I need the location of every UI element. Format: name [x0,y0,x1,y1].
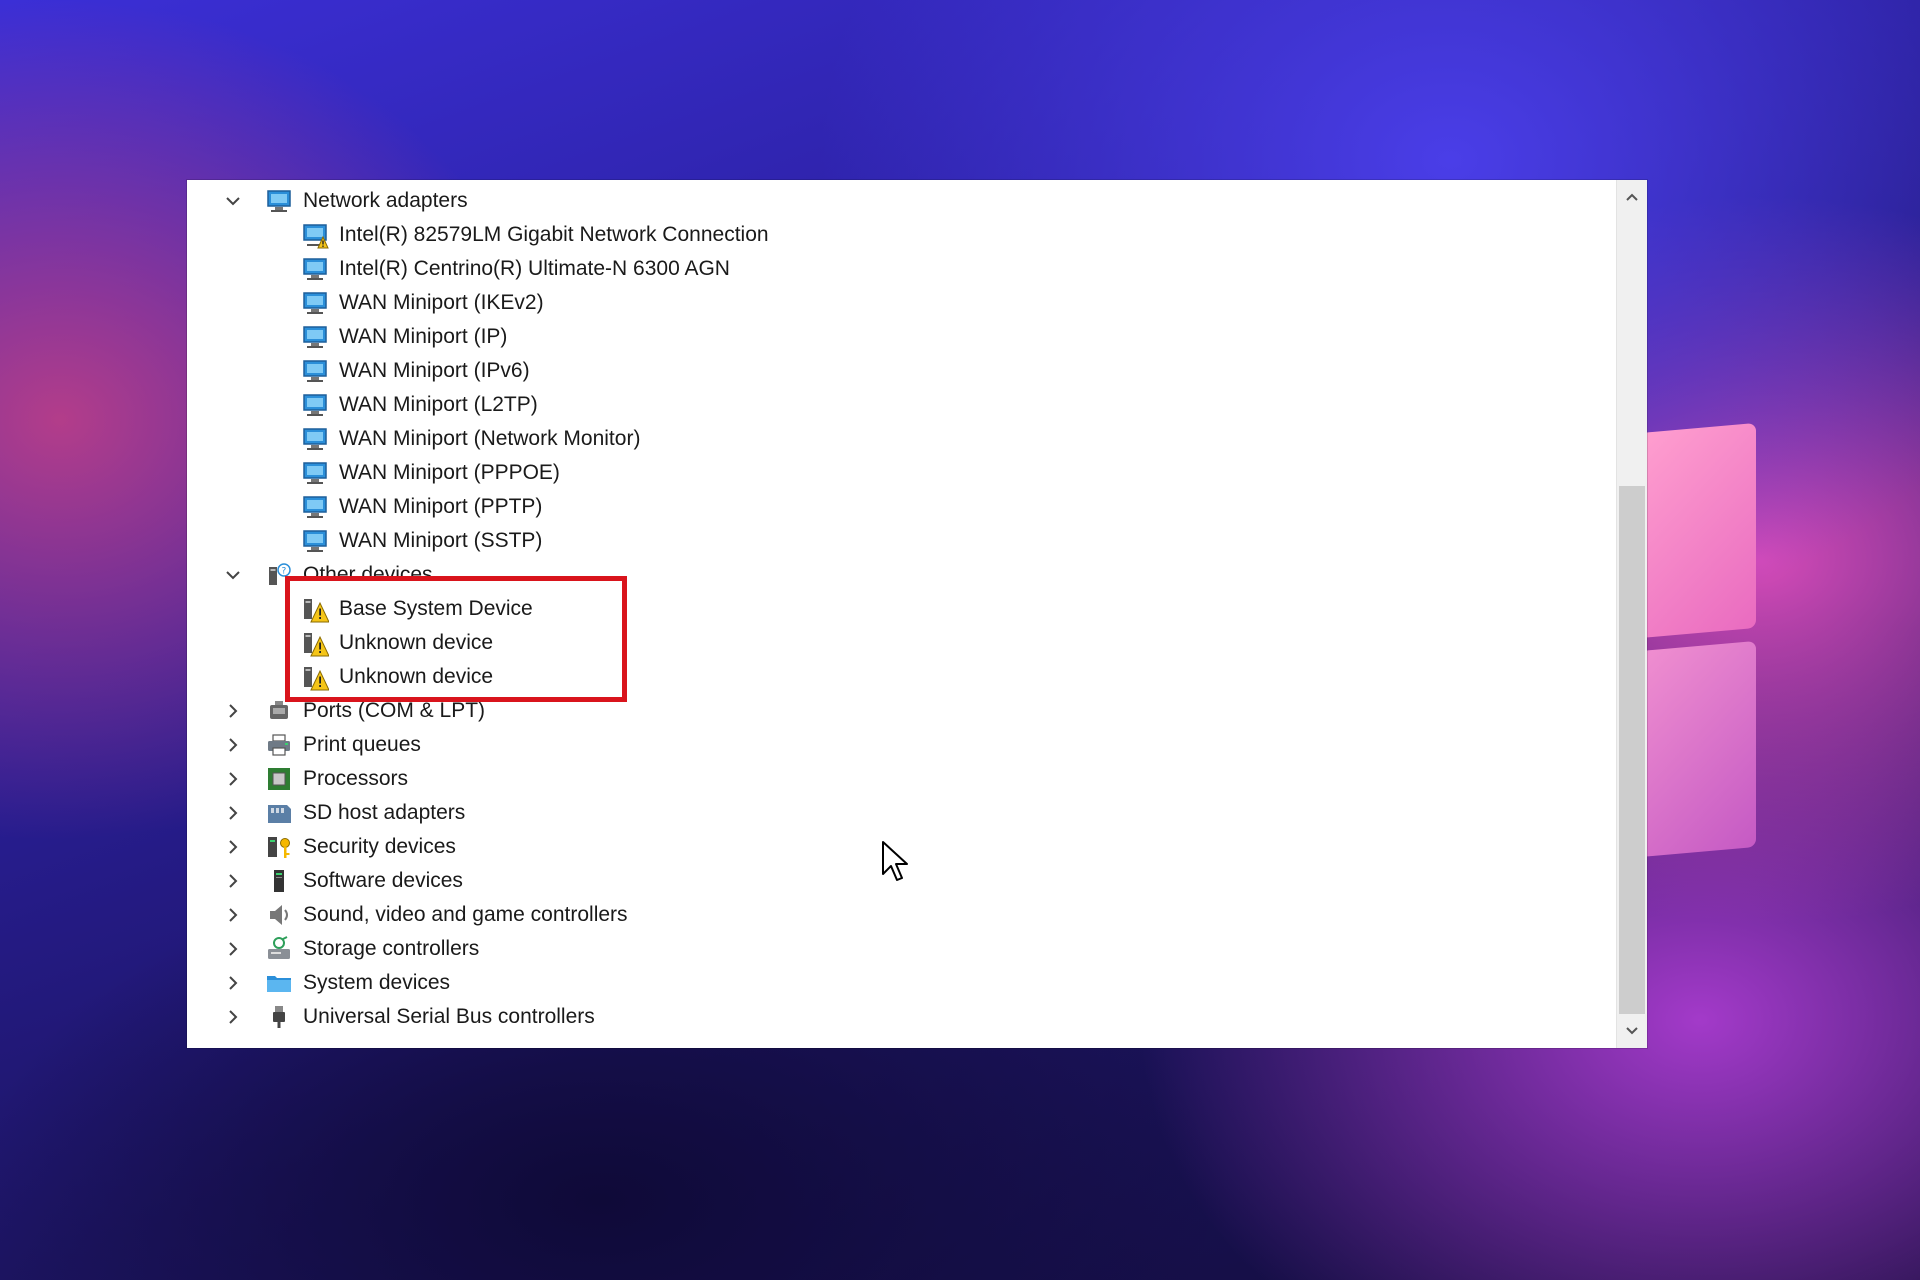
chevron-right-icon[interactable] [223,973,243,993]
tree-category-label: Print queues [303,733,421,756]
windows-logo [1640,422,1756,858]
tree-device-label: WAN Miniport (PPTP) [339,495,543,518]
network-adapter-icon [301,323,329,351]
speaker-icon [265,901,293,929]
tree-category-label: Processors [303,767,409,790]
chevron-right-icon[interactable] [223,769,243,789]
tree-device-item[interactable]: WAN Miniport (PPTP) [187,490,1587,524]
tree-category-label: Storage controllers [303,937,480,960]
chevron-right-icon[interactable] [223,871,243,891]
tree-category-label: Ports (COM & LPT) [303,699,486,722]
chevron-up-icon[interactable] [1617,182,1647,212]
tree-device-label: Intel(R) 82579LM Gigabit Network Connect… [339,223,769,246]
tree-device-item[interactable]: WAN Miniport (IPv6) [187,354,1587,388]
tree-device-label: WAN Miniport (IKEv2) [339,291,544,314]
chevron-right-icon[interactable] [223,837,243,857]
network-adapter-icon [301,357,329,385]
network-adapter-icon [301,289,329,317]
tree-category-usb-controllers[interactable]: Universal Serial Bus controllers [187,1000,1587,1034]
tree-category-system-devices[interactable]: System devices [187,966,1587,1000]
tree-category-ports[interactable]: Ports (COM & LPT) [187,694,1587,728]
tree-device-item[interactable]: Intel(R) 82579LM Gigabit Network Connect… [187,218,1587,252]
vertical-scrollbar[interactable] [1616,180,1647,1048]
tree-device-item[interactable]: WAN Miniport (PPPOE) [187,456,1587,490]
tree-category-sound-video-game[interactable]: Sound, video and game controllers [187,898,1587,932]
device-tree[interactable]: Network adapters Intel(R) 82579LM Gigabi… [187,180,1617,1048]
unknown-device-warning-icon [301,663,329,691]
usb-plug-icon [265,1003,293,1031]
chevron-right-icon[interactable] [223,905,243,925]
tree-category-print-queues[interactable]: Print queues [187,728,1587,762]
tree-device-item[interactable]: WAN Miniport (L2TP) [187,388,1587,422]
tree-category-label: SD host adapters [303,801,466,824]
tree-device-label: WAN Miniport (IPv6) [339,359,530,382]
sd-card-icon [265,799,293,827]
tree-device-item-unknown-device[interactable]: Unknown device [187,660,1587,694]
tree-device-label: WAN Miniport (SSTP) [339,529,543,552]
mouse-cursor-icon [881,840,909,884]
tree-category-sd-host-adapters[interactable]: SD host adapters [187,796,1587,830]
network-adapter-icon [301,425,329,453]
tree-device-item[interactable]: WAN Miniport (Network Monitor) [187,422,1587,456]
tree-device-label: WAN Miniport (Network Monitor) [339,427,641,450]
network-adapter-warning-icon [301,221,329,249]
device-manager-window: Network adapters Intel(R) 82579LM Gigabi… [187,180,1647,1048]
tree-device-item-base-system-device[interactable]: Base System Device [187,592,1587,626]
unknown-device-category-icon: ? [265,561,293,589]
tree-device-item[interactable]: Intel(R) Centrino(R) Ultimate-N 6300 AGN [187,252,1587,286]
tree-category-processors[interactable]: Processors [187,762,1587,796]
printer-icon [265,731,293,759]
tree-device-label: Unknown device [339,631,494,654]
tree-category-network-adapters[interactable]: Network adapters [187,184,1587,218]
chevron-right-icon[interactable] [223,1007,243,1027]
tree-device-label: Intel(R) Centrino(R) Ultimate-N 6300 AGN [339,257,730,280]
network-adapter-icon [301,493,329,521]
tree-device-label: Base System Device [339,597,533,620]
processor-icon [265,765,293,793]
tree-category-label: Other devices [303,563,433,586]
chevron-down-icon[interactable] [223,191,243,211]
chevron-right-icon[interactable] [223,939,243,959]
tree-category-label: Network adapters [303,189,468,212]
network-adapter-icon [301,255,329,283]
tree-category-label: Sound, video and game controllers [303,903,628,926]
storage-controller-icon [265,935,293,963]
network-adapter-icon [301,459,329,487]
unknown-device-warning-icon [301,595,329,623]
tree-device-label: WAN Miniport (L2TP) [339,393,538,416]
scrollbar-thumb[interactable] [1619,486,1645,1014]
chevron-down-icon[interactable] [1617,1016,1647,1046]
tree-category-label: Universal Serial Bus controllers [303,1005,595,1028]
tree-device-item-unknown-device[interactable]: Unknown device [187,626,1587,660]
chevron-right-icon[interactable] [223,701,243,721]
tree-category-other-devices[interactable]: ? Other devices [187,558,1587,592]
security-key-icon [265,833,293,861]
network-adapter-icon [301,391,329,419]
network-adapter-icon [301,527,329,555]
chevron-down-icon[interactable] [223,565,243,585]
network-adapter-icon [265,187,293,215]
system-folder-icon [265,969,293,997]
tree-category-label: Security devices [303,835,456,858]
port-icon [265,697,293,725]
unknown-device-warning-icon [301,629,329,657]
tree-category-label: Software devices [303,869,463,892]
chevron-right-icon[interactable] [223,803,243,823]
tree-device-item[interactable]: WAN Miniport (IKEv2) [187,286,1587,320]
chevron-right-icon[interactable] [223,735,243,755]
tree-device-item[interactable]: WAN Miniport (SSTP) [187,524,1587,558]
tree-device-item[interactable]: WAN Miniport (IP) [187,320,1587,354]
software-device-icon [265,867,293,895]
svg-text:?: ? [282,567,287,577]
tree-device-label: WAN Miniport (IP) [339,325,508,348]
tree-device-label: Unknown device [339,665,494,688]
tree-category-storage-controllers[interactable]: Storage controllers [187,932,1587,966]
tree-device-label: WAN Miniport (PPPOE) [339,461,560,484]
tree-category-label: System devices [303,971,451,994]
